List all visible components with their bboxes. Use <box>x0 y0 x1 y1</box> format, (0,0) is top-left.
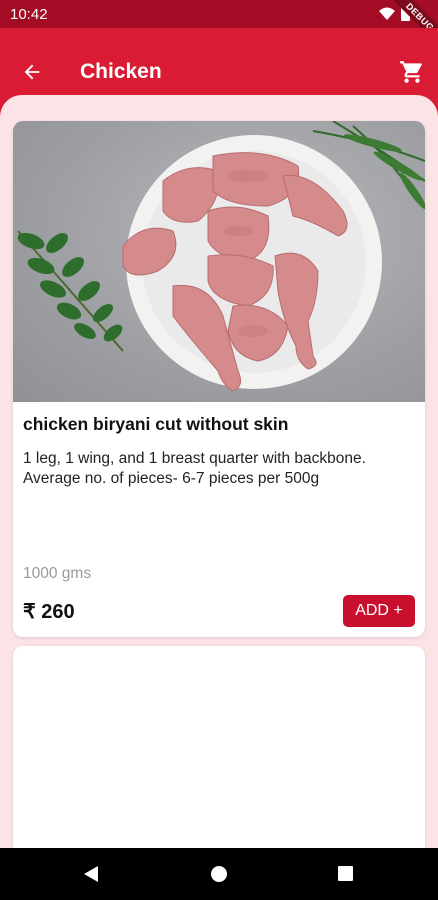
product-card[interactable]: chicken biryani cut without skin 1 leg, … <box>13 121 425 637</box>
product-weight: 1000 gms <box>23 565 92 582</box>
product-description: 1 leg, 1 wing, and 1 breast quarter with… <box>23 450 366 487</box>
system-nav-bar <box>0 848 438 900</box>
nav-home-icon[interactable] <box>211 866 227 882</box>
product-image <box>13 121 425 402</box>
product-price: ₹ 260 <box>23 601 75 623</box>
chicken-plate-image <box>17 121 425 392</box>
add-to-cart-button[interactable]: ADD + <box>343 595 415 627</box>
arrow-back-icon <box>24 64 40 80</box>
back-button[interactable] <box>18 58 46 86</box>
cart-button[interactable] <box>398 58 426 86</box>
product-list[interactable]: chicken biryani cut without skin 1 leg, … <box>0 95 438 848</box>
nav-recents-icon[interactable] <box>338 866 353 881</box>
product-card[interactable] <box>13 646 425 848</box>
wifi-icon <box>379 7 395 20</box>
status-time: 10:42 <box>10 6 48 23</box>
shopping-cart-icon <box>400 61 422 83</box>
product-name: chicken biryani cut without skin <box>23 414 289 434</box>
page-title: Chicken <box>80 60 162 83</box>
status-bar: 10:42 DEBUG <box>0 0 438 51</box>
curry-leaves-icon <box>17 230 124 352</box>
nav-back-icon[interactable] <box>82 865 100 883</box>
